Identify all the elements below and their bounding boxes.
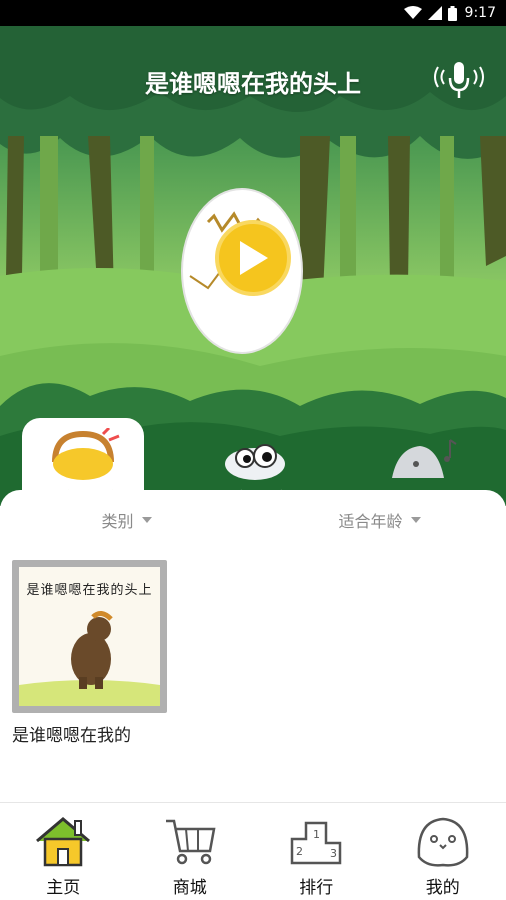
home-icon — [36, 817, 91, 867]
music-note-icon — [392, 439, 457, 478]
nav-home-label: 主页 — [46, 878, 81, 898]
eyes-icon — [225, 444, 285, 480]
content-panel: 类别 适合年龄 是谁嗯嗯在我的头上 是谁嗯嗯在我的 — [0, 490, 506, 802]
nav-mine-label: 我的 — [425, 878, 460, 898]
play-button[interactable] — [215, 220, 291, 296]
svg-text:3: 3 — [330, 847, 337, 860]
svg-text:2: 2 — [296, 845, 303, 858]
battery-icon — [447, 5, 457, 21]
headphones-icon — [52, 428, 120, 480]
nav-ranking-label: 排行 — [299, 878, 334, 898]
hero-banner: 是谁嗯嗯在我的头上 听一听 看一看 — [0, 26, 506, 506]
filter-age[interactable]: 适合年龄 — [253, 508, 506, 532]
shopping-cart-icon — [165, 819, 216, 865]
book-cover: 是谁嗯嗯在我的头上 — [12, 560, 167, 713]
filter-category[interactable]: 类别 — [0, 508, 253, 532]
nav-ranking[interactable]: 1 2 3 排行 — [253, 803, 380, 900]
book-title: 是谁嗯嗯在我的 — [12, 726, 131, 746]
signal-icon — [427, 6, 442, 20]
filter-bar: 类别 适合年龄 — [0, 490, 506, 550]
voice-button[interactable] — [430, 60, 488, 100]
nav-shop-label: 商城 — [172, 878, 207, 898]
nav-mine[interactable]: 我的 — [380, 803, 506, 900]
nav-shop[interactable]: 商城 — [127, 803, 254, 900]
filter-category-label: 类别 — [101, 512, 134, 531]
book-cover-art: 是谁嗯嗯在我的头上 — [19, 567, 160, 706]
face-icon — [417, 817, 469, 867]
status-time: 9:17 — [464, 5, 496, 21]
chevron-down-icon — [410, 517, 421, 523]
book-card[interactable]: 是谁嗯嗯在我的头上 是谁嗯嗯在我的 — [12, 560, 167, 746]
podium-icon: 1 2 3 — [291, 821, 342, 865]
svg-text:1: 1 — [313, 828, 320, 841]
bottom-nav: 主页 商城 1 2 3 排行 我的 — [0, 802, 506, 900]
nav-home[interactable]: 主页 — [0, 803, 127, 900]
play-icon — [240, 241, 268, 275]
chevron-down-icon — [141, 517, 152, 523]
mole-illustration — [19, 611, 160, 706]
status-bar: 9:17 — [0, 0, 506, 26]
filter-age-label: 适合年龄 — [338, 512, 403, 531]
microphone-icon — [434, 62, 484, 98]
wifi-icon — [403, 6, 422, 19]
